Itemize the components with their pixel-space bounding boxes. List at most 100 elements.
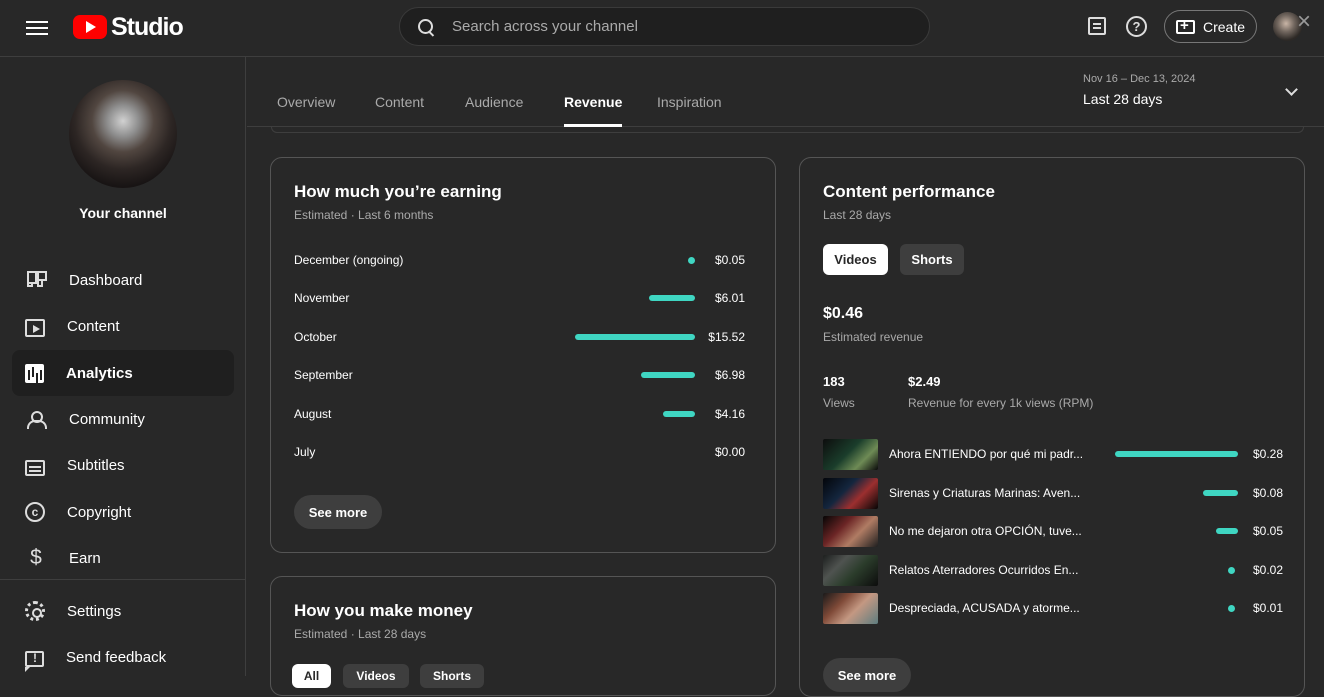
create-icon — [1175, 17, 1195, 34]
filter-shorts[interactable]: Shorts — [420, 664, 484, 688]
videos-toggle[interactable]: Videos — [823, 244, 888, 275]
help-icon[interactable]: ? — [1126, 16, 1147, 37]
tab-inspiration[interactable]: Inspiration — [657, 94, 722, 110]
earnings-row: November $6.01 — [294, 288, 745, 308]
content-icon — [25, 319, 45, 337]
estimated-revenue-value: $0.46 — [823, 305, 864, 322]
see-more-button[interactable]: See more — [823, 658, 911, 692]
sidebar-item-dashboard[interactable]: Dashboard — [12, 257, 234, 303]
views-value: 183 — [823, 374, 845, 389]
filter-videos[interactable]: Videos — [343, 664, 409, 688]
sidebar-item-community[interactable]: Community — [12, 396, 234, 442]
shorts-toggle[interactable]: Shorts — [900, 244, 964, 275]
rpm-value: $2.49 — [908, 374, 941, 389]
previous-card-edge — [271, 127, 1304, 133]
feedback-icon — [25, 651, 44, 672]
sidebar-item-label: Subtitles — [67, 456, 125, 474]
sidebar-item-copyright[interactable]: c Copyright — [12, 489, 234, 535]
video-title[interactable]: Relatos Aterradores Ocurridos En... — [889, 563, 1087, 577]
youtube-logo-icon — [73, 15, 107, 39]
tab-overview[interactable]: Overview — [277, 94, 335, 110]
video-row[interactable]: Ahora ENTIENDO por qué mi padr... $0.28 — [823, 439, 1283, 470]
tab-content[interactable]: Content — [375, 94, 424, 110]
video-revenue: $0.08 — [1252, 486, 1283, 500]
top-bar: Studio ? Create × — [0, 0, 1324, 57]
sidebar-item-content[interactable]: Content — [12, 303, 234, 349]
sidebar-item-label: Settings — [67, 602, 122, 620]
video-title[interactable]: Sirenas y Criaturas Marinas: Aven... — [889, 486, 1087, 500]
create-button[interactable]: Create — [1164, 10, 1257, 43]
date-range-selector[interactable]: Nov 16 – Dec 13, 2024 Last 28 days — [1083, 73, 1306, 113]
video-thumbnail[interactable] — [823, 593, 878, 624]
sidebar-divider — [0, 579, 246, 580]
video-revenue: $0.01 — [1252, 601, 1283, 615]
earnings-value: $4.16 — [714, 407, 745, 421]
earnings-value: $0.00 — [714, 445, 745, 459]
card-subtitle: Estimated · Last 6 months — [294, 208, 434, 222]
create-label: Create — [1202, 18, 1246, 35]
sidebar-item-label: Copyright — [67, 503, 132, 521]
video-row[interactable]: Despreciada, ACUSADA y atorme... $0.01 — [823, 593, 1283, 624]
date-range-label: Last 28 days — [1083, 91, 1163, 107]
search-input[interactable] — [452, 18, 892, 35]
video-thumbnail[interactable] — [823, 478, 878, 509]
subtitles-icon — [25, 460, 45, 476]
settings-icon — [25, 601, 45, 621]
sidebar-item-settings[interactable]: Settings — [12, 588, 234, 634]
sidebar-item-analytics[interactable]: Analytics — [12, 350, 234, 396]
video-row[interactable]: Relatos Aterradores Ocurridos En... $0.02 — [823, 555, 1283, 586]
earn-icon: $ — [30, 546, 42, 569]
analytics-icon — [25, 363, 44, 383]
community-icon — [25, 408, 47, 430]
earnings-bar — [641, 372, 695, 378]
video-title[interactable]: Despreciada, ACUSADA y atorme... — [889, 601, 1087, 615]
video-revenue-bar — [1228, 567, 1235, 574]
video-thumbnail[interactable] — [823, 516, 878, 547]
earnings-month: August — [294, 407, 332, 421]
video-thumbnail[interactable] — [823, 555, 878, 586]
earnings-value: $6.98 — [714, 368, 745, 382]
earnings-row: September $6.98 — [294, 365, 745, 385]
card-subtitle: Estimated · Last 28 days — [294, 627, 427, 641]
video-row[interactable]: Sirenas y Criaturas Marinas: Aven... $0.0… — [823, 478, 1283, 509]
feedback-icon[interactable] — [1088, 17, 1106, 35]
channel-avatar[interactable] — [69, 80, 177, 188]
earnings-row: July $0.00 — [294, 442, 745, 462]
studio-logo[interactable]: Studio — [73, 12, 184, 42]
copyright-icon: c — [25, 502, 45, 522]
search-icon[interactable] — [417, 18, 435, 36]
video-revenue-bar — [1115, 451, 1238, 457]
filter-all[interactable]: All — [292, 664, 331, 688]
estimated-revenue-label: Estimated revenue — [823, 330, 924, 344]
sidebar-item-send-feedback[interactable]: Send feedback — [12, 634, 234, 680]
earnings-month: November — [294, 291, 350, 305]
see-more-button[interactable]: See more — [294, 495, 382, 529]
earnings-row: December (ongoing) $0.05 — [294, 250, 745, 270]
card-title: How much you’re earning — [294, 182, 502, 201]
earnings-row: August $4.16 — [294, 404, 745, 424]
earnings-value: $15.52 — [708, 330, 745, 344]
close-icon[interactable]: × — [1297, 8, 1311, 36]
video-title[interactable]: Ahora ENTIENDO por qué mi padr... — [889, 447, 1087, 461]
sidebar-item-subtitles[interactable]: Subtitles — [12, 442, 234, 488]
channel-label: Your channel — [79, 205, 167, 221]
tab-audience[interactable]: Audience — [465, 94, 523, 110]
search-bar[interactable] — [399, 7, 930, 46]
sidebar-item-label: Send feedback — [66, 648, 167, 666]
video-title[interactable]: No me dejaron otra OPCIÓN, tuve... — [889, 524, 1087, 538]
sidebar-item-earn[interactable]: $ Earn — [12, 535, 234, 581]
video-thumbnail[interactable] — [823, 439, 878, 470]
video-revenue-bar — [1216, 528, 1238, 534]
tab-revenue[interactable]: Revenue — [564, 94, 623, 127]
card-title: Content performance — [823, 182, 995, 201]
menu-icon[interactable] — [26, 17, 48, 39]
performance-card: Content performance Last 28 days Videos … — [799, 157, 1305, 697]
earnings-bar — [688, 257, 695, 264]
video-row[interactable]: No me dejaron otra OPCIÓN, tuve... $0.05 — [823, 516, 1283, 547]
card-subtitle: Last 28 days — [823, 208, 892, 222]
earnings-bar — [663, 411, 695, 417]
video-revenue-bar — [1203, 490, 1238, 496]
logo-text: Studio — [111, 12, 184, 41]
earnings-month: October — [294, 330, 337, 344]
earnings-bar — [649, 295, 695, 301]
